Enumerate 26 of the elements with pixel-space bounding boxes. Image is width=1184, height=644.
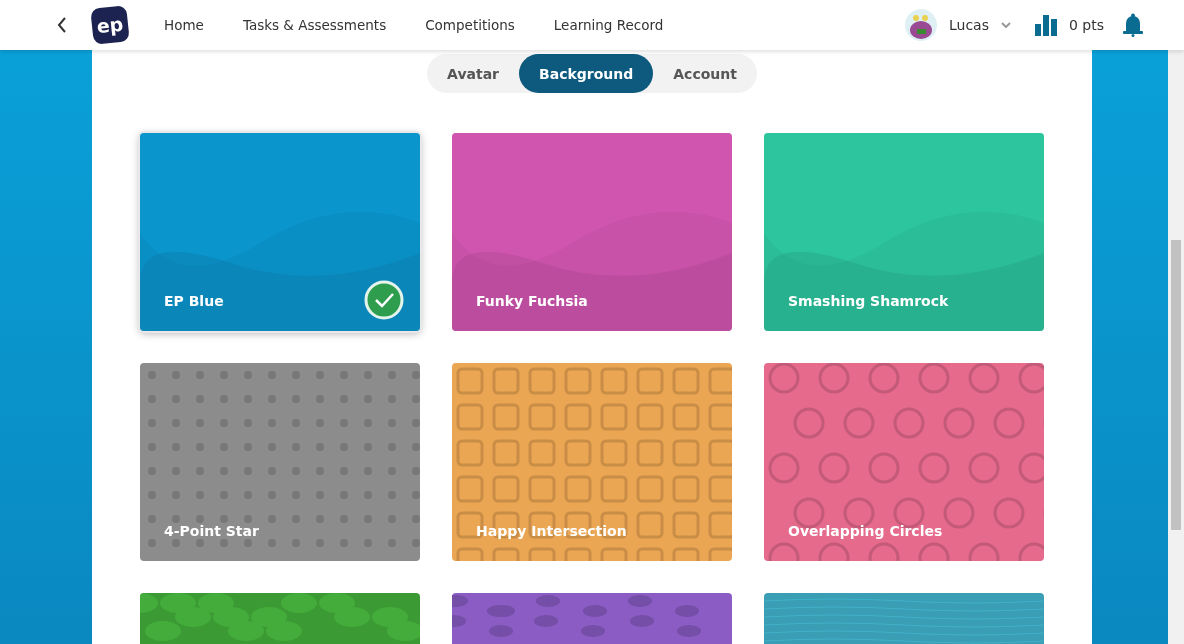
background-name: Smashing Shamrock xyxy=(788,293,949,309)
chevron-left-icon xyxy=(57,17,67,33)
background-card[interactable]: Funky Fuchsia xyxy=(452,133,732,331)
bar-chart-icon[interactable] xyxy=(1034,14,1057,36)
points-count: 0 pts xyxy=(1068,17,1104,33)
nav-link[interactable]: Competitions xyxy=(425,17,515,33)
nav-link[interactable]: Learning Record xyxy=(553,17,664,33)
chevron-down-icon[interactable] xyxy=(1000,22,1011,28)
background-name: 4-Point Star xyxy=(164,523,259,539)
tab[interactable]: Background xyxy=(519,54,654,93)
check-icon xyxy=(364,280,404,320)
tab[interactable]: Account xyxy=(653,54,757,93)
background-name: Overlapping Circles xyxy=(788,523,943,539)
monster-avatar-icon[interactable] xyxy=(904,9,937,41)
background-name: Funky Fuchsia xyxy=(476,293,588,309)
background-name: EP Blue xyxy=(164,293,224,309)
background-card[interactable]: 4-Point Star xyxy=(140,363,420,561)
background-name: Happy Intersection xyxy=(476,523,627,539)
logo[interactable]: ep xyxy=(90,5,130,45)
nav-link[interactable]: Tasks & Assessments xyxy=(242,17,387,33)
scrollbar[interactable] xyxy=(1168,50,1184,644)
nav-link[interactable]: Home xyxy=(164,17,204,33)
user-name[interactable]: Lucas xyxy=(948,17,989,33)
tab[interactable]: Avatar xyxy=(427,54,519,93)
bell-icon[interactable] xyxy=(1122,13,1144,37)
background-card[interactable]: EP Blue xyxy=(140,133,420,331)
